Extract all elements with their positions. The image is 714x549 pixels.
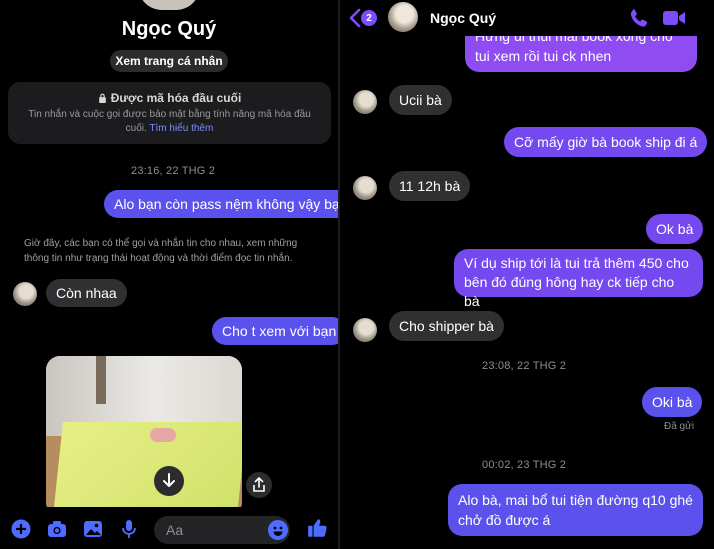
photo-mattress bbox=[53, 422, 242, 516]
left-chat-panel: Ngọc Quý Xem trang cá nhân Được mã hóa đ… bbox=[0, 0, 338, 549]
message-outgoing[interactable]: Cho t xem với bạn bbox=[212, 317, 338, 345]
like-button[interactable] bbox=[306, 516, 330, 540]
contact-avatar[interactable] bbox=[353, 90, 377, 114]
learn-more-link[interactable]: Tìm hiểu thêm bbox=[149, 123, 213, 134]
share-button[interactable] bbox=[246, 472, 272, 498]
contact-avatar[interactable] bbox=[353, 176, 377, 200]
chevron-left-icon[interactable] bbox=[348, 8, 362, 28]
header-avatar[interactable] bbox=[388, 2, 418, 32]
lock-icon bbox=[98, 93, 106, 103]
message-outgoing[interactable]: Ví dụ ship tới là tui trả thêm 450 cho b… bbox=[454, 249, 703, 309]
encryption-notice: Được mã hóa đầu cuối Tin nhắn và cuộc gọ… bbox=[8, 82, 331, 144]
contact-avatar[interactable] bbox=[13, 282, 37, 306]
phone-icon[interactable] bbox=[628, 8, 650, 28]
microphone-icon bbox=[122, 520, 136, 538]
message-incoming[interactable]: 11 12h bà bbox=[389, 171, 471, 201]
photo-cloth bbox=[150, 428, 176, 442]
message-outgoing[interactable]: Oki bà bbox=[642, 387, 703, 417]
encryption-body: Tin nhắn và cuộc gọi được bảo mật bằng t… bbox=[8, 108, 331, 136]
plus-button[interactable] bbox=[10, 518, 32, 540]
camera-icon bbox=[48, 521, 66, 537]
photo-shelf bbox=[96, 356, 106, 404]
message-incoming[interactable]: Ucii bà bbox=[389, 85, 452, 115]
video-icon[interactable] bbox=[662, 9, 686, 27]
message-outgoing[interactable]: Ok bà bbox=[646, 214, 704, 244]
chat-header: 2 Ngọc Quý bbox=[340, 0, 714, 36]
microphone-button[interactable] bbox=[118, 518, 140, 540]
message-outgoing[interactable]: Alo bạn còn pass nệm không vậy bạn bbox=[104, 190, 338, 218]
timestamp: 00:02, 23 THG 2 bbox=[482, 459, 567, 471]
like-icon bbox=[308, 519, 327, 537]
share-icon bbox=[253, 477, 265, 492]
download-button[interactable] bbox=[154, 466, 184, 496]
message-outgoing[interactable]: Alo bà, mai bổ tui tiện đường q10 ghé ch… bbox=[448, 484, 703, 536]
message-incoming[interactable]: Còn nhaa bbox=[46, 279, 127, 307]
plus-icon bbox=[11, 519, 31, 539]
emoji-button[interactable] bbox=[268, 520, 288, 540]
composer-bar bbox=[0, 507, 338, 549]
message-outgoing[interactable]: Cỡ mấy giờ bà book ship đi á bbox=[504, 127, 708, 157]
timestamp: 23:08, 22 THG 2 bbox=[482, 360, 567, 372]
download-icon bbox=[163, 473, 175, 487]
message-incoming[interactable]: Cho shipper bà bbox=[389, 311, 504, 341]
gallery-button[interactable] bbox=[82, 518, 104, 540]
encryption-title: Được mã hóa đầu cuối bbox=[8, 91, 331, 105]
shared-photo[interactable] bbox=[46, 356, 242, 516]
view-profile-button[interactable]: Xem trang cá nhân bbox=[110, 50, 228, 72]
image-icon bbox=[84, 521, 102, 537]
emoji-icon bbox=[273, 526, 283, 536]
sent-status: Đã gửi bbox=[664, 421, 695, 432]
connection-notice: Giờ đây, các bạn có thể gọi và nhắn tin … bbox=[24, 238, 298, 264]
camera-button[interactable] bbox=[46, 518, 68, 540]
contact-avatar[interactable] bbox=[353, 318, 377, 342]
profile-avatar[interactable] bbox=[138, 0, 200, 10]
encryption-title-text: Được mã hóa đầu cuối bbox=[110, 91, 242, 105]
timestamp: 23:16, 22 THG 2 bbox=[131, 165, 216, 177]
contact-name: Ngọc Quý bbox=[121, 18, 217, 40]
unread-badge[interactable]: 2 bbox=[361, 10, 377, 26]
header-contact-name[interactable]: Ngọc Quý bbox=[430, 10, 496, 26]
right-chat-panel: Hưng ui thui mai book xong cho tui xem r… bbox=[340, 0, 714, 549]
